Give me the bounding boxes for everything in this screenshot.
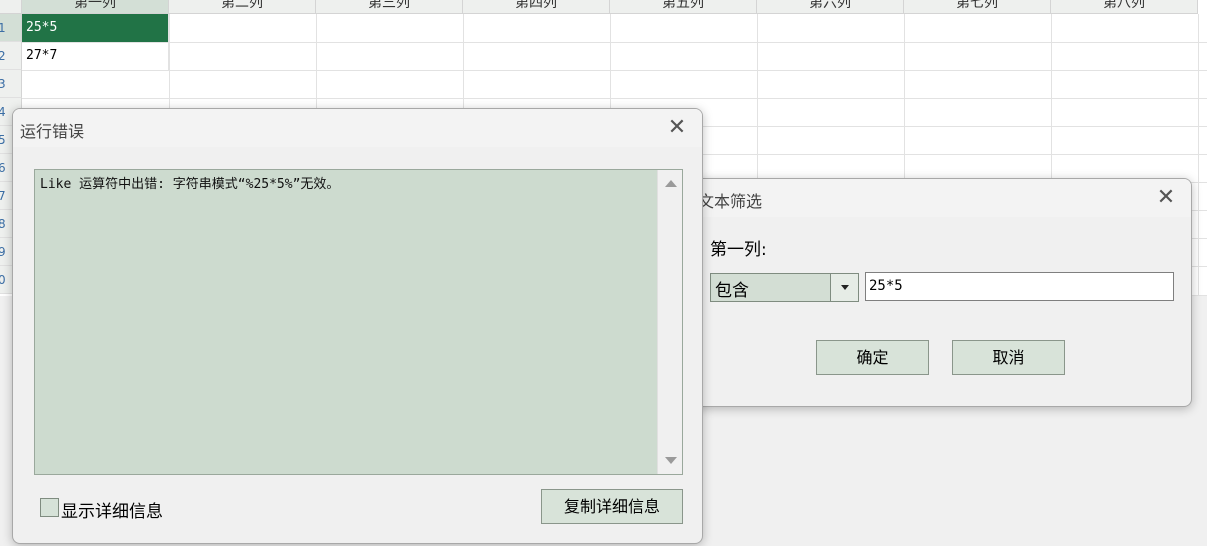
row-header-2[interactable]: 2 (0, 42, 22, 70)
column-header-8[interactable]: 第八列 (1051, 0, 1198, 14)
close-icon[interactable]: ✕ (1153, 185, 1179, 211)
sheet-corner[interactable] (0, 0, 22, 14)
error-dialog-title: 运行错误 (20, 122, 85, 141)
column-header-7[interactable]: 第七列 (904, 0, 1051, 14)
row-header-3[interactable]: 3 (0, 70, 22, 98)
filter-value-input[interactable]: 25*5 (865, 272, 1174, 301)
show-details-label[interactable]: 显示详细信息 (61, 497, 163, 522)
runtime-error-dialog: 运行错误 ✕ Like 运算符中出错: 字符串模式“%25*5%”无效。 显示详… (12, 108, 703, 544)
scroll-up-icon[interactable] (665, 180, 677, 187)
operator-value: 包含 (715, 281, 749, 301)
error-dialog-titlebar[interactable]: 运行错误 ✕ (13, 109, 702, 147)
column-header-4[interactable]: 第四列 (463, 0, 610, 14)
cancel-button[interactable]: 取消 (952, 340, 1065, 375)
cell-r2c1[interactable]: 27*7 (22, 42, 169, 71)
error-message-text: Like 运算符中出错: 字符串模式“%25*5%”无效。 (40, 177, 340, 192)
chevron-down-icon[interactable] (830, 274, 858, 301)
message-scrollbar[interactable] (657, 170, 682, 474)
column-header-6[interactable]: 第六列 (757, 0, 904, 14)
column-header-3[interactable]: 第三列 (316, 0, 463, 14)
row-header-1[interactable]: 1 (0, 14, 22, 42)
cell-r1c1[interactable]: 25*5 (22, 14, 169, 43)
ok-button[interactable]: 确定 (816, 340, 929, 375)
error-message-box[interactable]: Like 运算符中出错: 字符串模式“%25*5%”无效。 (34, 169, 683, 475)
filter-field-label: 第一列: (710, 240, 767, 260)
column-header-1[interactable]: 第一列 (22, 0, 169, 14)
column-header-2[interactable]: 第二列 (169, 0, 316, 14)
copy-details-button[interactable]: 复制详细信息 (541, 489, 683, 524)
operator-select[interactable]: 包含 (710, 273, 859, 302)
column-header-5[interactable]: 第五列 (610, 0, 757, 14)
filter-dialog-title: 文本筛选 (698, 192, 763, 211)
show-details-checkbox[interactable] (40, 498, 59, 517)
text-filter-dialog: 文本筛选 ✕ 第一列: 包含 25*5 确定 取消 (692, 178, 1192, 407)
scroll-down-icon[interactable] (665, 457, 677, 464)
filter-dialog-titlebar[interactable]: 文本筛选 ✕ (693, 179, 1191, 217)
close-icon[interactable]: ✕ (664, 115, 690, 141)
